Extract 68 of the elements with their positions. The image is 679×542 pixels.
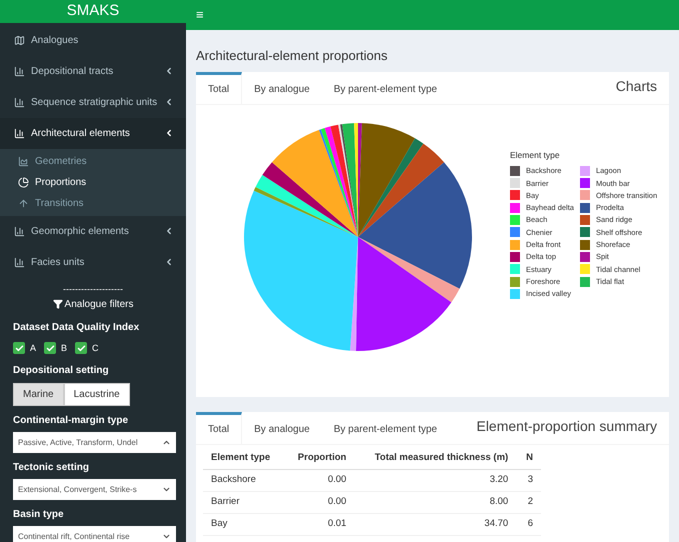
- bar-chart-icon: [14, 96, 25, 108]
- tab[interactable]: Total: [196, 412, 242, 444]
- checkbox-label: C: [92, 342, 99, 354]
- column-header: N: [516, 448, 541, 470]
- logo[interactable]: SMAKS: [0, 0, 186, 22]
- column-header: Total measured thickness (m): [354, 448, 516, 470]
- tab[interactable]: By analogue: [242, 72, 322, 104]
- table-cell: 3: [516, 470, 541, 492]
- checkbox[interactable]: [75, 342, 88, 354]
- arrow-up-icon: [18, 198, 29, 208]
- tab[interactable]: By analogue: [242, 412, 322, 444]
- table-cell: 0.01: [284, 514, 354, 536]
- bar-chart-icon: [14, 66, 25, 76]
- separator-text: --------------------: [63, 284, 123, 294]
- submenu-item[interactable]: Transitions: [0, 192, 186, 214]
- table-cell: 8.00: [354, 492, 516, 514]
- page-title: Architectural-element proportions: [196, 47, 388, 65]
- field-label: Dataset Data Quality Index: [13, 320, 140, 334]
- bar-chart-icon: [14, 256, 25, 268]
- table-cell: 0.00: [284, 470, 354, 492]
- pie-chart-icon: [18, 176, 29, 188]
- select-field[interactable]: Extensional, Convergent, Strike-s: [13, 479, 176, 500]
- toggle-button[interactable]: Marine: [13, 383, 64, 406]
- caret-icon: [162, 532, 171, 541]
- filters-title: Analogue filters: [64, 298, 134, 312]
- submenu-item[interactable]: Proportions: [0, 172, 186, 192]
- sidebar-item[interactable]: Sequence stratigraphic units: [0, 86, 186, 118]
- table-cell: 34.70: [354, 514, 516, 536]
- column-header: Proportion: [284, 448, 354, 470]
- field-label: Tectonic setting: [13, 461, 90, 475]
- sidebar-item[interactable]: Analogues: [0, 24, 186, 56]
- checkbox-label: B: [61, 342, 68, 354]
- map-icon: [14, 34, 25, 46]
- field-label: Continental-margin type: [13, 414, 130, 428]
- sidebar-item[interactable]: Depositional tracts: [0, 56, 186, 86]
- table-cell: 3.20: [354, 470, 516, 492]
- table-cell: Bay: [203, 514, 284, 536]
- caret-icon: [162, 485, 171, 494]
- box-title: Charts: [616, 76, 658, 96]
- caret-icon: [162, 438, 171, 447]
- bar-chart-icon: [14, 226, 25, 236]
- submenu-item[interactable]: Geometries: [0, 150, 186, 172]
- table-cell: Backshore: [203, 470, 284, 492]
- table-cell: Barrier: [203, 492, 284, 514]
- column-header: Element type: [203, 448, 284, 470]
- legend-title: Element type: [510, 148, 561, 162]
- table-cell: 2: [516, 492, 541, 514]
- field-label: Depositional setting: [13, 364, 110, 378]
- table-cell: 0.00: [284, 492, 354, 514]
- tab[interactable]: By parent-element type: [322, 72, 450, 104]
- sidebar-item[interactable]: Geomorphic elements: [0, 216, 186, 246]
- sidebar-item[interactable]: Facies units: [0, 246, 186, 278]
- select-field[interactable]: Passive, Active, Transform, Undel: [13, 432, 176, 453]
- tab[interactable]: Total: [196, 72, 242, 104]
- toggle-button[interactable]: Lacustrine: [64, 383, 130, 406]
- area-chart-icon: [18, 156, 29, 166]
- field-label: Basin type: [13, 508, 65, 522]
- select-field[interactable]: Continental rift, Continental rise: [13, 526, 176, 542]
- tab[interactable]: By parent-element type: [322, 412, 450, 444]
- filter-icon: [52, 299, 63, 309]
- checkbox-label: A: [30, 342, 36, 354]
- table-cell: 6: [516, 514, 541, 536]
- box-title: Element-proportion summary: [476, 416, 658, 436]
- checkbox[interactable]: [13, 342, 25, 354]
- sidebar-item[interactable]: Architectural elements: [0, 118, 186, 148]
- menu-toggle[interactable]: ≡: [196, 5, 204, 25]
- bar-chart-icon: [14, 128, 25, 138]
- checkbox[interactable]: [44, 342, 56, 354]
